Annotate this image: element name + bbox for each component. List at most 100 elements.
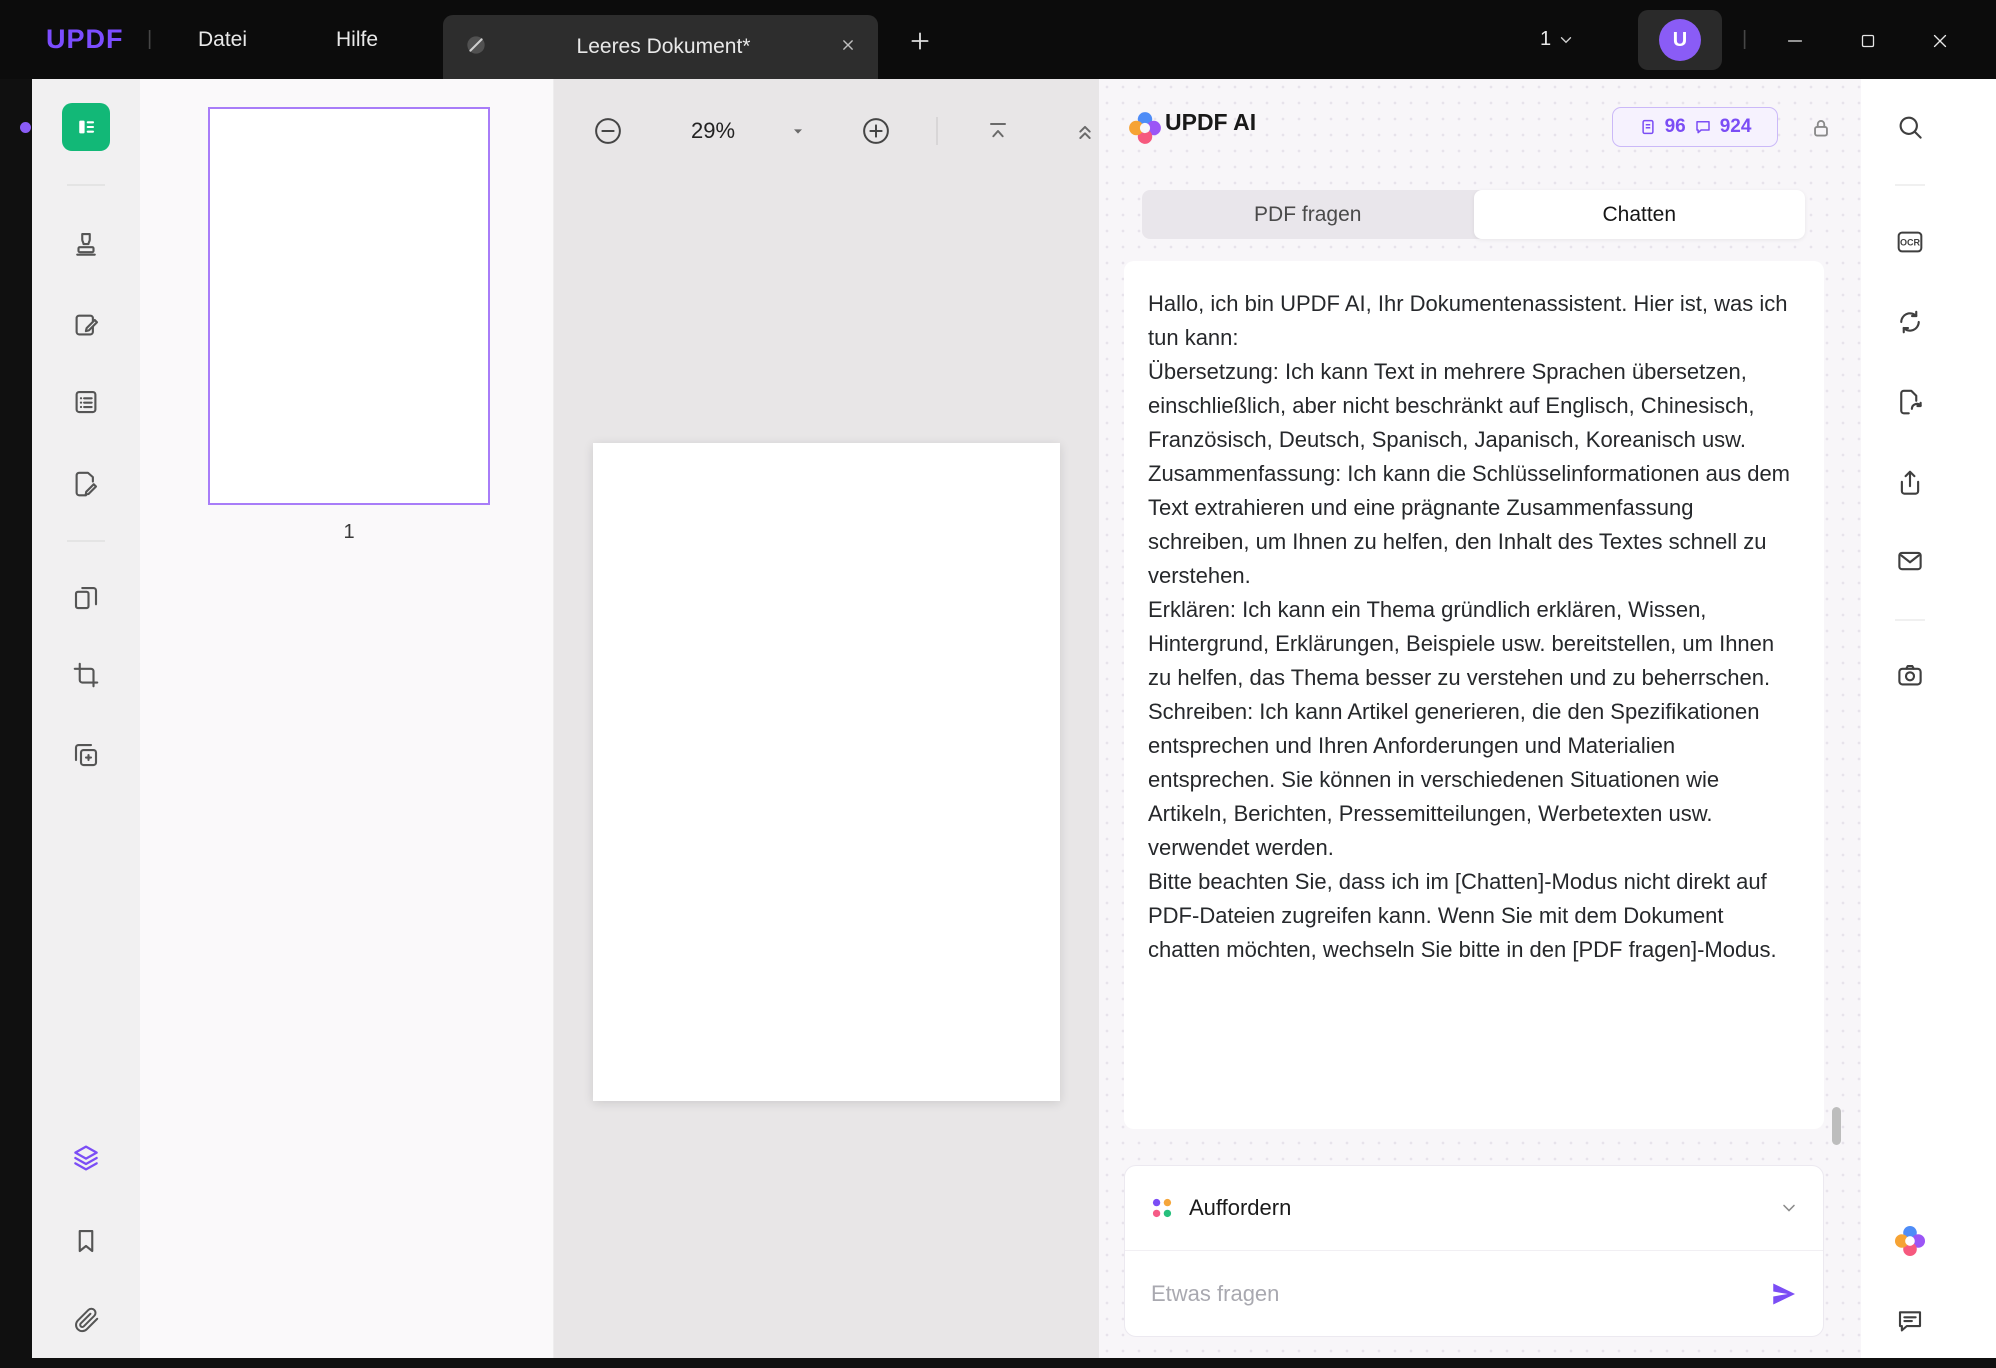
toolbar-divider <box>1895 184 1925 186</box>
titlebar-divider: | <box>1742 28 1748 50</box>
chats-quota-count: 924 <box>1719 116 1752 137</box>
page-thumbnail[interactable] <box>208 107 490 505</box>
document-tab-title: Leeres Dokument* <box>576 35 751 58</box>
svg-text:OCR: OCR <box>1900 237 1921 247</box>
bookmarks-panel-button[interactable] <box>71 1226 101 1256</box>
ask-input[interactable] <box>1149 1279 1755 1308</box>
layers-panel-button[interactable] <box>70 1142 102 1174</box>
edit-page-tool-button[interactable] <box>71 469 101 499</box>
tab-chatten[interactable]: Chatten <box>1473 190 1805 239</box>
highlighter-icon <box>76 232 96 256</box>
menu-hilfe[interactable]: Hilfe <box>336 0 378 79</box>
comment-tool-button[interactable] <box>71 310 101 340</box>
tab-close-icon[interactable] <box>838 35 858 60</box>
crop-tool-button[interactable] <box>71 660 101 690</box>
form-icon <box>75 390 97 414</box>
paperclip-icon <box>75 1307 99 1333</box>
scroll-to-top-button[interactable] <box>984 117 1012 145</box>
ocr-icon: OCR <box>1897 231 1923 253</box>
right-toolbar: OCR <box>1861 79 1996 1358</box>
ai-assistant-button[interactable] <box>1893 1224 1927 1258</box>
organize-pages-button[interactable] <box>71 583 101 613</box>
share-icon <box>1900 470 1920 495</box>
message-paragraph: Schreiben: Ich kann Artikel generieren, … <box>1148 699 1760 860</box>
sidebar-divider <box>67 184 105 186</box>
page-edit-icon <box>75 471 98 497</box>
minimize-button[interactable] <box>1784 30 1806 52</box>
zoom-dropdown-caret[interactable] <box>790 123 806 139</box>
new-tab-button[interactable] <box>907 28 933 54</box>
toolbar-divider <box>1895 619 1925 621</box>
document-tab[interactable]: Leeres Dokument* <box>443 15 878 79</box>
bookmark-icon <box>78 1229 94 1253</box>
layers-icon <box>74 1145 98 1171</box>
zoom-level: 29% <box>690 118 736 143</box>
copy-pages-icon <box>74 743 98 767</box>
ocr-button[interactable]: OCR <box>1894 226 1926 258</box>
menu-datei[interactable]: Datei <box>198 0 247 79</box>
maximize-button[interactable] <box>1857 30 1879 52</box>
titlebar-divider: | <box>147 28 153 50</box>
convert-icon <box>1900 310 1920 334</box>
zoom-in-button[interactable] <box>861 116 891 146</box>
chevron-down-icon <box>1783 1204 1795 1212</box>
document-page[interactable] <box>593 443 1060 1101</box>
ai-welcome-message: Hallo, ich bin UPDF AI, Ihr Dokumentenas… <box>1124 261 1824 1129</box>
chevron-down-icon <box>1560 36 1572 43</box>
chat-scrollbar-thumb[interactable] <box>1832 1107 1841 1145</box>
ai-quota-badge[interactable]: 96 924 <box>1612 107 1778 147</box>
ai-lock-button[interactable] <box>1808 115 1834 141</box>
search-button[interactable] <box>1895 112 1925 142</box>
collapse-panel-button[interactable] <box>1071 117 1099 145</box>
form-tool-button[interactable] <box>71 387 101 417</box>
feedback-button[interactable] <box>1895 1306 1925 1336</box>
reader-icon <box>79 120 95 134</box>
message-paragraph: Übersetzung: Ich kann Text in mehrere Sp… <box>1148 359 1755 452</box>
feedback-icon <box>1898 1311 1922 1332</box>
titlebar: UPDF | Datei Hilfe Leeres Dokument* 1 U … <box>0 0 1996 79</box>
pages-quota-icon <box>1641 119 1654 135</box>
notification-dropdown[interactable]: 1 <box>1540 0 1575 79</box>
annotate-tool-button[interactable] <box>71 229 101 259</box>
chats-quota-icon <box>1695 121 1710 134</box>
prompt-dots-icon <box>1152 1198 1172 1218</box>
sidebar-divider <box>67 540 105 542</box>
attachments-panel-button[interactable] <box>71 1305 101 1335</box>
extract-pages-button[interactable] <box>71 740 101 770</box>
updf-app-window: UPDF | Datei Hilfe Leeres Dokument* 1 U … <box>0 0 1996 1368</box>
reader-mode-button[interactable] <box>62 103 110 151</box>
message-paragraph: Erklären: Ich kann ein Thema gründlich e… <box>1148 597 1775 690</box>
message-paragraph: Bitte beachten Sie, dass ich im [Chatten… <box>1148 869 1777 962</box>
thumbnail-panel: 1 <box>140 79 554 1358</box>
avatar: U <box>1659 19 1701 61</box>
close-window-button[interactable] <box>1929 30 1951 52</box>
search-icon <box>1899 116 1922 139</box>
tab-pdf-fragen[interactable]: PDF fragen <box>1142 190 1474 239</box>
panel-collapse-dot[interactable] <box>20 122 31 133</box>
updf-logo: UPDF <box>46 24 124 54</box>
toolbar-divider <box>936 117 938 145</box>
ask-row <box>1125 1251 1823 1336</box>
page-refresh-icon <box>1900 389 1922 415</box>
zoom-out-button[interactable] <box>593 116 623 146</box>
mail-icon <box>1898 551 1922 571</box>
view-only-icon <box>463 32 489 63</box>
convert-button[interactable] <box>1895 307 1925 337</box>
account-button[interactable]: U <box>1638 10 1722 70</box>
prompt-selector-label: Auffordern <box>1189 1195 1292 1220</box>
prompt-selector[interactable]: Auffordern <box>1125 1166 1823 1251</box>
email-button[interactable] <box>1895 546 1925 576</box>
prompt-box: Auffordern <box>1124 1165 1824 1337</box>
share-button[interactable] <box>1895 468 1925 498</box>
compress-page-button[interactable] <box>1895 387 1925 417</box>
page-number-label: 1 <box>343 521 355 543</box>
tool-sidebar <box>32 79 140 1358</box>
send-icon[interactable] <box>1769 1279 1799 1309</box>
ai-flower-icon <box>1894 1225 1926 1257</box>
camera-icon <box>1898 664 1922 686</box>
screenshot-button[interactable] <box>1895 660 1925 690</box>
document-canvas: 29% <box>554 79 1099 1358</box>
ai-mode-tabs: PDF fragen Chatten <box>1142 190 1805 239</box>
updf-ai-logo-icon <box>1127 110 1163 146</box>
updf-ai-panel: UPDF AI 96 924 PDF fragen Chatten Hallo,… <box>1099 79 1861 1358</box>
